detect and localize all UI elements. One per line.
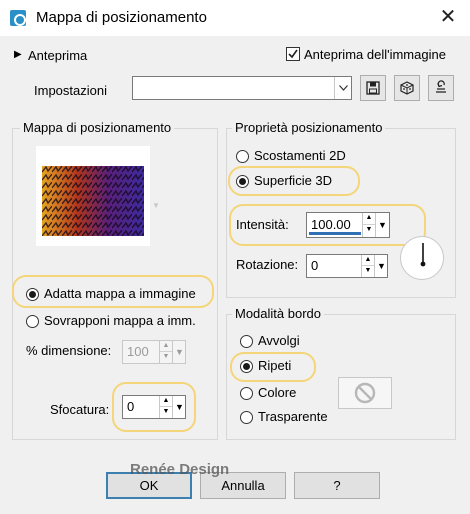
- color-label: Colore: [258, 385, 297, 400]
- color-radio[interactable]: [240, 387, 253, 400]
- overlay-map-radio[interactable]: [26, 315, 39, 328]
- spin-down-icon[interactable]: ▼: [363, 225, 375, 237]
- transparent-label: Trasparente: [258, 409, 328, 424]
- rotation-value: 0: [311, 258, 319, 273]
- randomize-button[interactable]: [394, 75, 420, 101]
- no-color-icon: [354, 382, 376, 404]
- wrap-label: Avvolgi: [258, 333, 300, 348]
- repeat-radio[interactable]: [240, 360, 253, 373]
- blur-value: 0: [127, 399, 135, 414]
- dropdown-arrow-icon[interactable]: ▼: [172, 341, 186, 363]
- check-icon: [288, 49, 298, 59]
- blur-label: Sfocatura:: [50, 402, 110, 417]
- save-preset-button[interactable]: [360, 75, 386, 101]
- size-label: % dimensione:: [26, 343, 112, 358]
- window-title: Mappa di posizionamento: [36, 9, 207, 26]
- close-icon[interactable]: ✕: [436, 5, 460, 29]
- overlay-map-label: Sovrapponi mappa a imm.: [44, 313, 196, 328]
- reset-icon: [436, 80, 446, 93]
- settings-combo[interactable]: [132, 76, 352, 100]
- chevron-down-icon[interactable]: [334, 77, 351, 99]
- floppy-disk-icon: [366, 81, 380, 95]
- spin-down-icon[interactable]: ▼: [160, 352, 172, 363]
- offsets-radio[interactable]: [236, 150, 249, 163]
- map-group-title: Mappa di posizionamento: [20, 120, 175, 135]
- spin-up-icon[interactable]: ▲: [160, 396, 172, 407]
- spin-up-icon[interactable]: ▲: [160, 341, 172, 352]
- intensity-spinner[interactable]: 100.00 ▲ ▼ ▼: [306, 212, 390, 238]
- wrap-radio[interactable]: [240, 335, 253, 348]
- dropdown-arrow-icon[interactable]: ▼: [374, 255, 388, 277]
- reset-button[interactable]: [428, 75, 454, 101]
- edge-group-title: Modalità bordo: [232, 306, 324, 321]
- repeat-label: Ripeti: [258, 358, 292, 373]
- rotation-dial[interactable]: [400, 236, 444, 280]
- rotation-spinner[interactable]: 0 ▲ ▼ ▼: [306, 254, 388, 278]
- intensity-progress: [309, 232, 361, 235]
- size-spinner[interactable]: 100 ▲ ▼ ▼: [122, 340, 186, 364]
- transparent-radio[interactable]: [240, 411, 253, 424]
- spin-up-icon[interactable]: ▲: [362, 255, 374, 266]
- thumbnail-chevron-icon: ▼: [152, 201, 160, 210]
- surface-label: Superficie 3D: [254, 173, 333, 188]
- offsets-label: Scostamenti 2D: [254, 148, 346, 163]
- help-button[interactable]: ?: [294, 472, 380, 499]
- image-preview-label: Anteprima dell'immagine: [304, 47, 446, 62]
- rotation-label: Rotazione:: [236, 257, 299, 272]
- image-preview-checkbox[interactable]: [286, 47, 300, 61]
- spin-up-icon[interactable]: ▲: [363, 213, 375, 225]
- fit-map-radio[interactable]: [26, 288, 39, 301]
- dial-needle-icon: [420, 243, 426, 267]
- spin-down-icon[interactable]: ▼: [160, 407, 172, 418]
- position-group-title: Proprietà posizionamento: [232, 120, 386, 135]
- preview-toggle-label: Anteprima: [28, 48, 88, 63]
- blur-spinner[interactable]: 0 ▲ ▼ ▼: [122, 395, 186, 419]
- intensity-label: Intensità:: [236, 217, 289, 232]
- app-icon: [10, 10, 26, 26]
- dropdown-arrow-icon[interactable]: ▼: [172, 396, 186, 418]
- chevron-right-icon: ▶: [14, 49, 22, 60]
- edge-color-swatch[interactable]: [338, 377, 392, 409]
- dice-icon: [400, 81, 414, 95]
- map-thumbnail-frame[interactable]: [36, 146, 150, 246]
- size-value: 100: [127, 344, 149, 359]
- map-thumbnail: [42, 166, 144, 236]
- spin-down-icon[interactable]: ▼: [362, 266, 374, 277]
- watermark: Renée Design: [130, 461, 230, 478]
- surface-radio[interactable]: [236, 175, 249, 188]
- settings-label: Impostazioni: [34, 83, 107, 98]
- dropdown-arrow-icon[interactable]: ▼: [375, 213, 389, 237]
- fit-map-label: Adatta mappa a immagine: [44, 286, 196, 301]
